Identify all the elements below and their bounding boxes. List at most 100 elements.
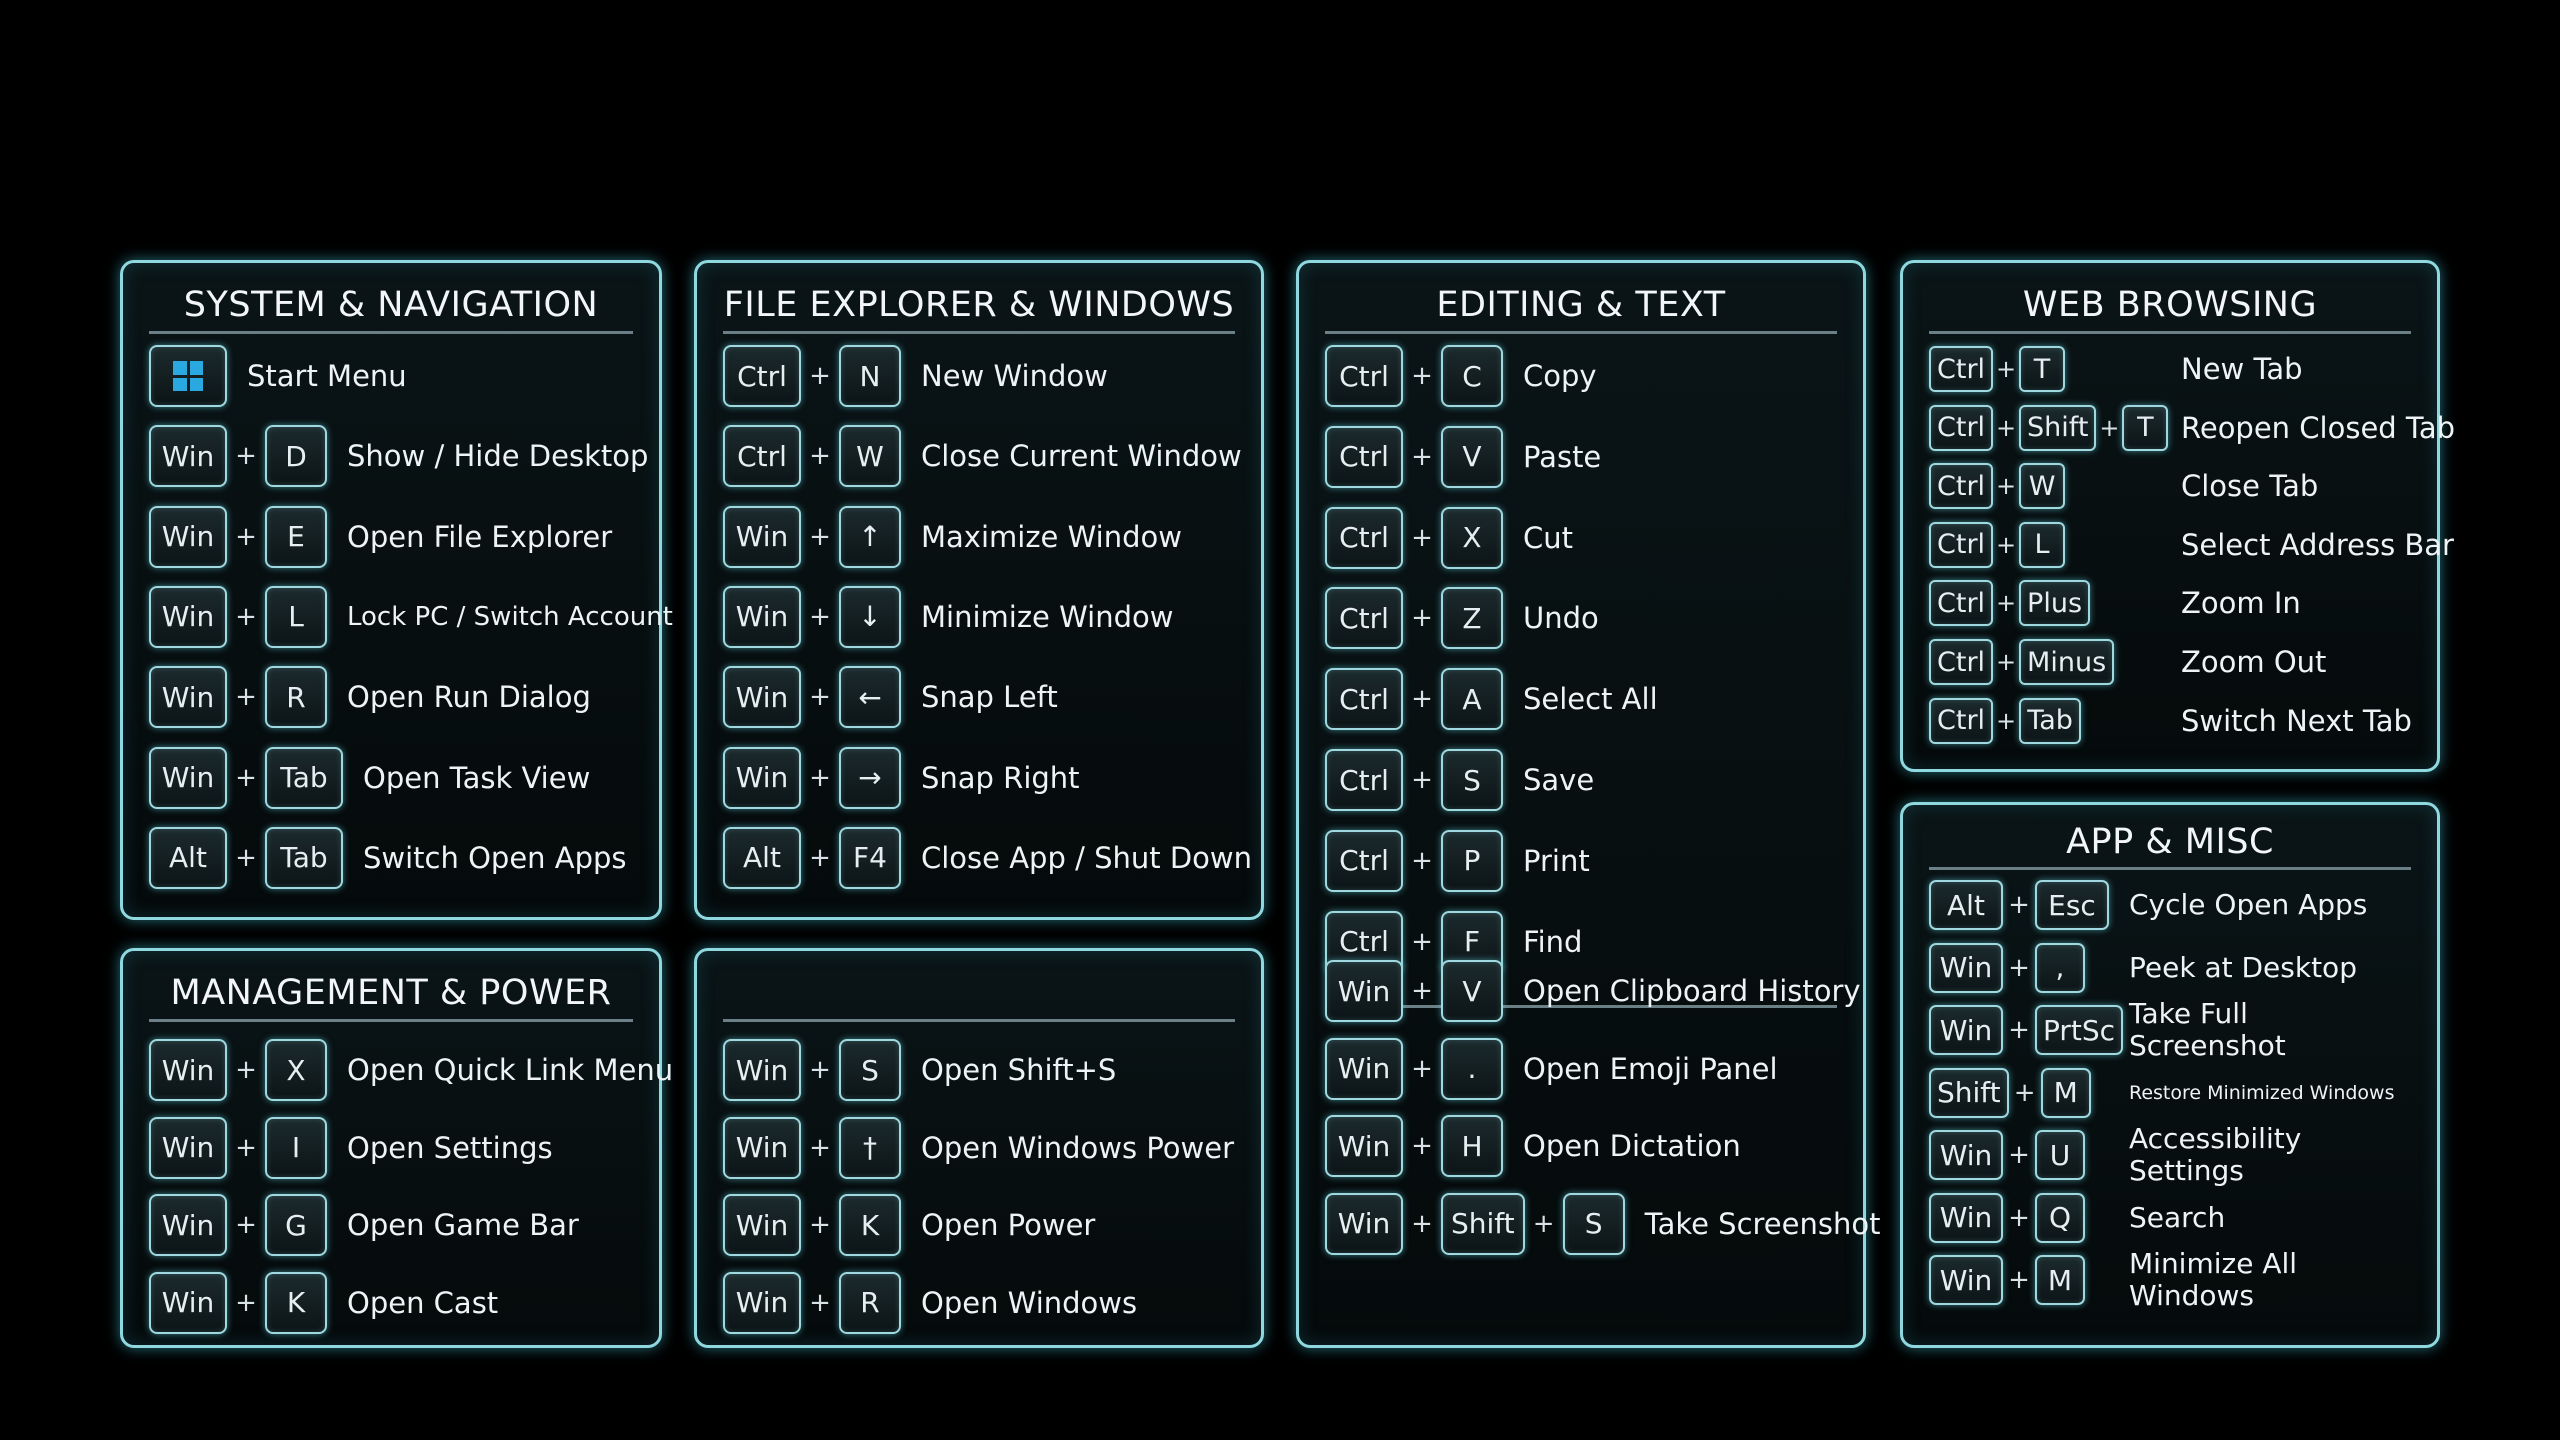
keycap-esc: Esc — [2035, 880, 2109, 930]
keycap-q: Q — [2035, 1192, 2085, 1243]
plus-separator: + — [1995, 413, 2017, 442]
keycap-w: W — [2019, 463, 2066, 510]
shortcut-row: Win + R Open Windows — [723, 1271, 1235, 1335]
keycap-v: V — [1441, 960, 1503, 1022]
shortcut-label: New Tab — [2181, 352, 2303, 386]
shortcut-label: Open Power — [921, 1208, 1096, 1242]
shortcut-row: Ctrl + Plus Zoom In — [1929, 578, 2411, 628]
key-combo: Win + X — [149, 1039, 327, 1101]
key-combo: Win + V — [1325, 960, 1503, 1022]
keycap-win: Win — [723, 666, 801, 729]
key-combo: Win + K — [723, 1194, 901, 1256]
key-combo — [149, 345, 227, 407]
shortcut-row: Win + H Open Dictation — [1325, 1114, 1837, 1178]
keycap-symbol: , — [2035, 942, 2085, 993]
keycap-ctrl: Ctrl — [1325, 345, 1403, 407]
plus-separator: + — [1411, 1131, 1433, 1161]
plus-separator: + — [809, 842, 831, 873]
shortcut-label: Open Dictation — [1523, 1129, 1741, 1163]
shortcut-row: Win + S Open Shift+S — [723, 1038, 1235, 1102]
plus-separator: + — [809, 1287, 831, 1318]
shortcut-row: Win + ↓ Minimize Window — [723, 585, 1235, 649]
shortcut-label: Reopen Closed Tab — [2181, 410, 2455, 445]
panel-title: APP & MISC — [1929, 805, 2411, 870]
shortcut-label: Show / Hide Desktop — [347, 439, 649, 474]
keycap-win: Win — [1929, 1005, 2003, 1055]
keycap-win: Win — [149, 1194, 227, 1256]
key-combo: Win + H — [1325, 1115, 1503, 1177]
shortcut-row: Win + L Lock PC / Switch Account — [149, 585, 673, 649]
panel-management-power: MANAGEMENT & POWER Win + X Open Quick Link … — [120, 948, 673, 1348]
key-combo: Win + † — [723, 1116, 901, 1179]
shortcut-label: Print — [1523, 843, 1590, 878]
keycap-tab: Tab — [2019, 697, 2082, 744]
keycap-r: R — [839, 1271, 901, 1334]
key-combo: Win + Tab — [149, 746, 343, 809]
windows-logo-icon — [149, 345, 227, 407]
shortcut-row: Win + † Open Windows Power — [723, 1116, 1235, 1180]
shortcut-label: Open Run Dialog — [347, 680, 591, 715]
key-combo: Ctrl + S — [1325, 749, 1503, 811]
key-combo: Win + E — [149, 505, 327, 568]
plus-separator: + — [2008, 1140, 2030, 1170]
plus-separator: + — [1411, 765, 1433, 795]
shortcut-row: Ctrl + V Paste — [1325, 425, 1837, 489]
plus-separator: + — [235, 601, 257, 632]
keycap-win: Win — [723, 585, 801, 648]
plus-separator: + — [1411, 926, 1433, 957]
panel-web-browsing: WEB BROWSING Ctrl + T New Tab Ctrl + Shift + T Re… — [1900, 260, 2455, 772]
key-combo: Ctrl + Tab — [1929, 697, 2082, 744]
shortcut-row: Shift + M Restore Minimized Windows — [1929, 1066, 2411, 1120]
plus-separator: + — [235, 762, 257, 793]
panel-untitled-shortcuts: Win + S Open Shift+S Win + † Open Windows Power… — [694, 948, 1264, 1348]
shortcut-label: Minimize Window — [921, 599, 1174, 634]
shortcut-row: Win + Tab Open Task View — [149, 746, 633, 810]
keycap-c: C — [1441, 345, 1503, 407]
keycap-ctrl: Ctrl — [1325, 425, 1403, 488]
plus-separator: + — [2013, 1077, 2036, 1108]
keycap-win: Win — [1929, 1130, 2003, 1180]
keycap-win: Win — [723, 505, 801, 568]
shortcut-row: Win + Q Search — [1929, 1191, 2411, 1245]
shortcut-label: Copy — [1523, 359, 1597, 393]
keycap-ctrl: Ctrl — [1325, 749, 1403, 811]
key-combo: Win + ← — [723, 666, 901, 729]
keycap-ctrl: Ctrl — [1929, 639, 1994, 685]
key-combo: Ctrl + C — [1325, 345, 1503, 407]
shortcut-row: Win + M Minimize All Windows — [1929, 1248, 2411, 1312]
shortcut-label: Select Address Bar — [2181, 527, 2454, 562]
plus-separator: + — [235, 842, 257, 873]
key-combo: Win + Shift + S — [1325, 1192, 1625, 1255]
keycap-ctrl: Ctrl — [1929, 404, 1994, 451]
shortcut-label: Minimize All Windows — [2129, 1247, 2298, 1312]
key-combo: Win + I — [149, 1116, 327, 1179]
panel-editing-text: EDITING & TEXT Ctrl + C Copy Ctrl + V Paste Ctrl… — [1296, 260, 1880, 1348]
shortcut-label: Switch Next Tab — [2181, 703, 2412, 738]
plus-separator: + — [809, 762, 831, 793]
key-combo: Win + R — [149, 666, 327, 729]
shortcut-row: Ctrl + N New Window — [723, 344, 1235, 408]
shortcut-row: Ctrl + Shift + T Reopen Closed Tab — [1929, 403, 2455, 453]
shortcut-row: Ctrl + Tab Switch Next Tab — [1929, 696, 2412, 746]
shortcut-label: Take Full Screenshot — [2129, 997, 2286, 1062]
key-combo: Ctrl + W — [723, 425, 901, 488]
shortcut-label: Zoom In — [2181, 586, 2301, 621]
keycap-shift: Shift — [1441, 1192, 1525, 1255]
plus-separator: + — [1411, 1053, 1433, 1084]
shortcut-row: Ctrl + W Close Tab — [1929, 461, 2411, 511]
keycap-e: E — [265, 505, 327, 568]
shortcut-label: Restore Minimized Windows — [2129, 1081, 2395, 1104]
plus-separator: + — [2008, 890, 2030, 920]
key-combo: Ctrl + V — [1325, 425, 1503, 488]
keycap-symbol: . — [1441, 1037, 1503, 1100]
plus-separator: + — [1995, 472, 2017, 501]
shortcut-row: Win + ← Snap Left — [723, 665, 1235, 729]
keycap-u: U — [2035, 1130, 2085, 1180]
shortcut-label: Open Task View — [363, 760, 591, 795]
shortcut-label: Search — [2129, 1200, 2226, 1234]
panel-system-navigation: SYSTEM & NAVIGATION Start Menu Win + D Show … — [120, 260, 673, 920]
key-combo: Win + R — [723, 1271, 901, 1334]
shortcut-label: Close Current Window — [921, 439, 1242, 474]
shortcut-row: Ctrl + X Cut — [1325, 506, 1837, 570]
key-combo: Ctrl + T — [1929, 346, 2066, 392]
